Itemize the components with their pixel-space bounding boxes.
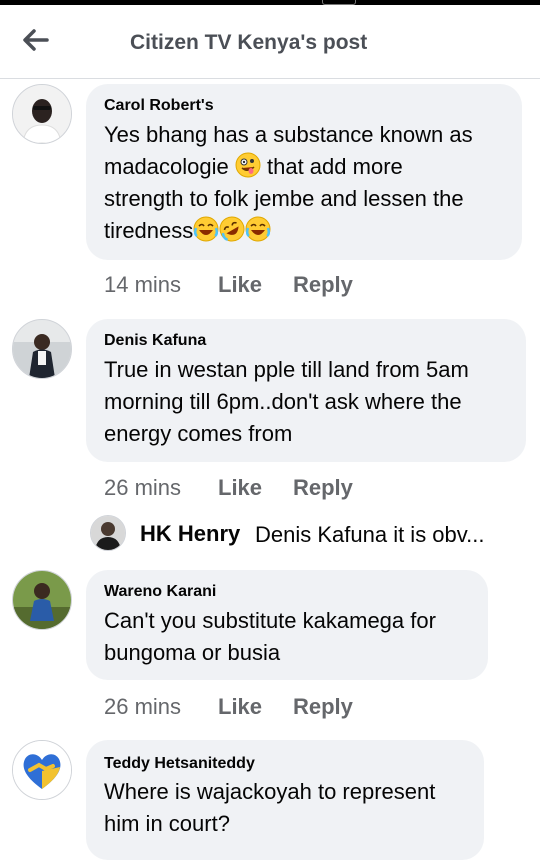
like-button[interactable]: Like [218,694,262,720]
comment-author[interactable]: Carol Robert's [104,97,214,115]
comment-actions: 14 mins Like Reply [104,272,404,300]
reply-button[interactable]: Reply [293,272,353,298]
comment-line: Can't you substitute kakamega for [104,608,436,633]
comment-line: him in court? [104,811,230,836]
back-arrow-icon[interactable] [18,23,52,57]
comment-author[interactable]: Denis Kafuna [104,332,206,350]
comment-time[interactable]: 14 mins [104,272,181,297]
comment-line: Where is wajackoyah to represent [104,779,436,804]
avatar[interactable] [12,319,72,379]
comment-text: True in westan pple till land from 5am m… [104,354,519,450]
avatar[interactable] [90,515,126,551]
avatar[interactable] [12,570,72,630]
like-button[interactable]: Like [218,272,262,298]
joy-emoji-icon [245,216,271,242]
comment-text: Yes bhang has a substance known as madac… [104,119,514,247]
handshake-heart-icon [13,741,71,799]
comment-text: Where is wajackoyah to represent him in … [104,776,479,840]
comment-time[interactable]: 26 mins [104,694,181,719]
comment-actions: 26 mins Like Reply [104,694,404,722]
comment-line: True in westan pple till land from 5am [104,357,469,382]
comment-line-part: that add more [267,154,403,179]
comment-text: Can't you substitute kakamega for bungom… [104,605,484,669]
rofl-emoji-icon [219,216,245,242]
reply-button[interactable]: Reply [293,475,353,501]
comment-line-part: madacologie [104,154,229,179]
comment-author[interactable]: Teddy Hetsaniteddy [104,755,255,773]
avatar-photo-icon [13,320,71,378]
comment-line: strength to folk jembe and lessen the [104,186,464,211]
comment-line: tiredness [104,215,514,247]
comment-line: Yes bhang has a substance known as [104,122,473,147]
reply-button[interactable]: Reply [293,694,353,720]
comment-actions: 26 mins Like Reply [104,475,404,503]
like-button[interactable]: Like [218,475,262,501]
joy-emoji-icon [193,216,219,242]
page-title: Citizen TV Kenya's post [130,31,368,54]
comment-line: morning till 6pm..don't ask where the [104,389,462,414]
comment-line: madacologie that add more [104,151,514,183]
avatar[interactable] [12,740,72,800]
zany-face-emoji-icon [235,152,261,178]
avatar[interactable] [12,84,72,144]
reply-text: Denis Kafuna it is obv... [255,522,485,547]
post-header: Citizen TV Kenya's post [0,5,540,79]
comment-line-part: tiredness [104,218,194,243]
avatar-photo-icon [13,85,71,143]
comment-line: bungoma or busia [104,640,281,665]
comment-time[interactable]: 26 mins [104,475,181,500]
reply-author[interactable]: HK Henry [140,521,240,547]
avatar-photo-icon [13,571,71,629]
avatar-photo-icon [91,516,125,550]
comment-author[interactable]: Wareno Karani [104,583,216,601]
comment-line: energy comes from [104,421,293,446]
